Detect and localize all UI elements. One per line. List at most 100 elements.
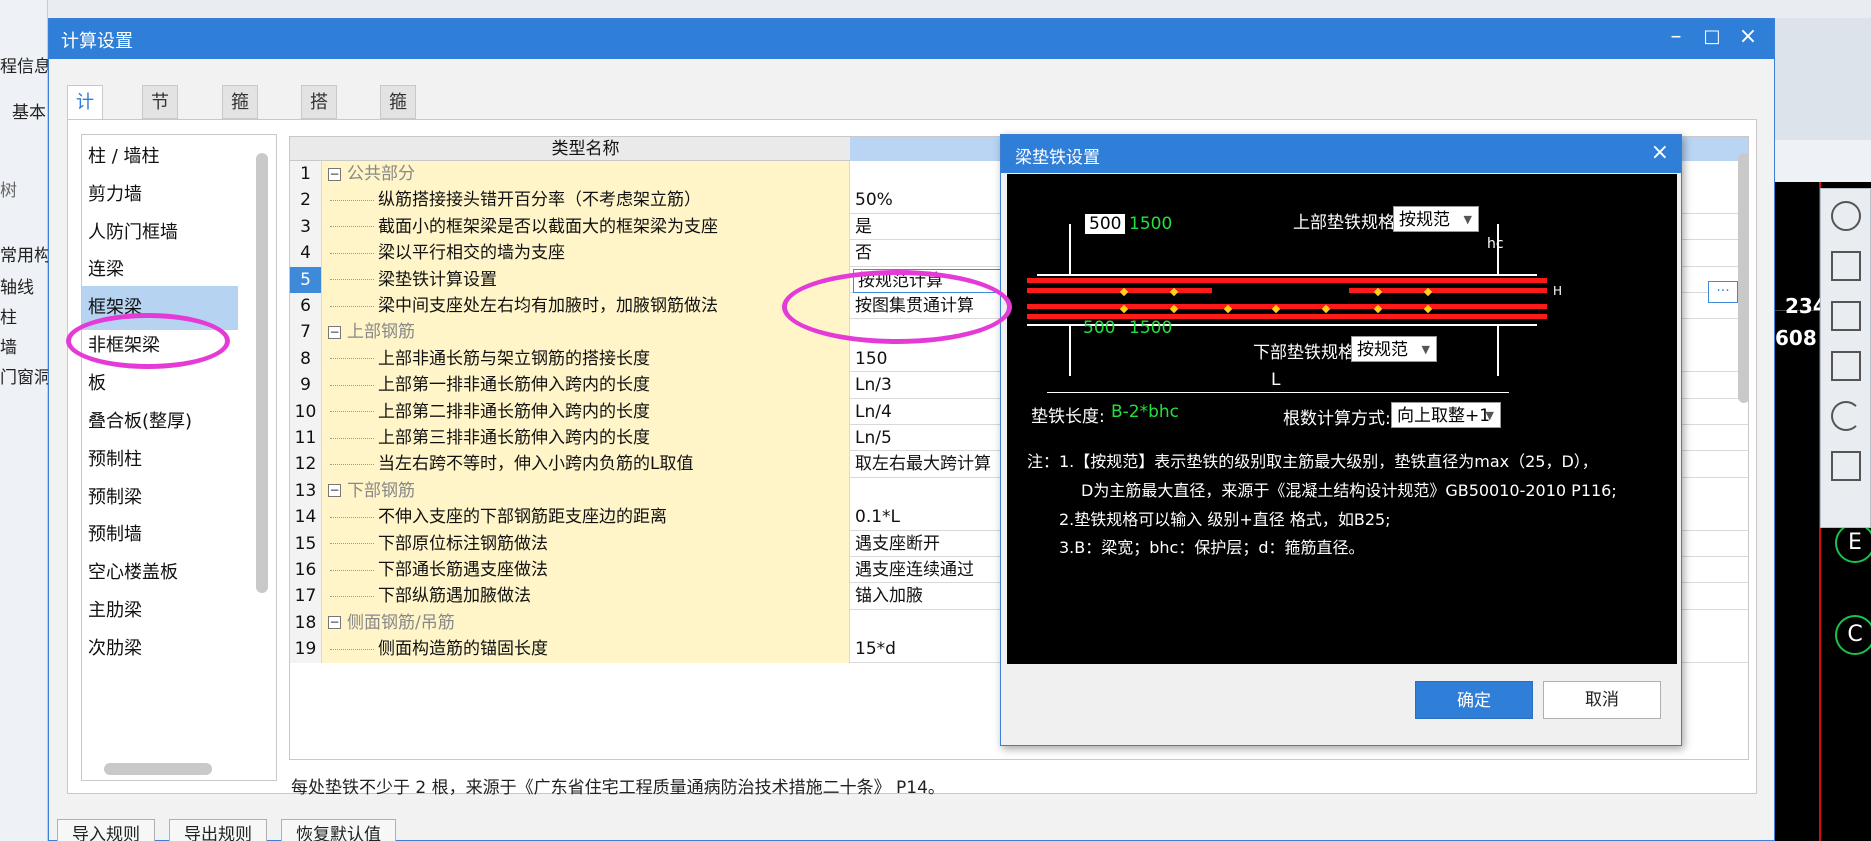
tree-indent-line bbox=[330, 358, 374, 360]
note-line-1: 注：1.【按规范】表示垫铁的级别取主筋最大级别，垫铁直径为max（25，D）， bbox=[1027, 452, 1598, 471]
tab-stirrup-formula[interactable]: 箍筋公式 bbox=[380, 85, 416, 215]
row-name: 纵筋搭接接头错开百分率（不考虑架立筋） bbox=[378, 190, 701, 211]
chevron-down-icon: ▼ bbox=[1463, 213, 1472, 226]
ellipsis-button[interactable]: ··· bbox=[1708, 281, 1738, 303]
row-name-cell: 下部纵筋遇加腋做法 bbox=[322, 583, 850, 610]
dim-500-top: 500 bbox=[1085, 214, 1126, 234]
hc-label: hc bbox=[1487, 236, 1504, 252]
app-left-panel: 程信息 基本 树 常用构件 轴线 柱 墙 门窗洞 bbox=[0, 0, 68, 841]
row-name-cell: 下部原位标注钢筋做法 bbox=[322, 530, 850, 557]
axis-bubble: E bbox=[1835, 523, 1871, 563]
chevron-down-icon: ▼ bbox=[1485, 409, 1494, 422]
support-right-bottom bbox=[1497, 326, 1499, 376]
row-name-cell: 梁以平行相交的墙为支座 bbox=[322, 240, 850, 267]
row-name: 下部通长筋遇支座做法 bbox=[378, 560, 548, 580]
rotate-icon[interactable] bbox=[1831, 401, 1861, 431]
row-number: 2 bbox=[290, 187, 322, 214]
row-number: 1 bbox=[290, 161, 322, 188]
row-name: 下部纵筋遇加腋做法 bbox=[378, 586, 531, 607]
top-pad-spec-dropdown[interactable]: 按规范 ▼ bbox=[1393, 206, 1479, 232]
row-name-cell: 当左右跨不等时，伸入小跨内负筋的L取值 bbox=[322, 451, 850, 478]
tab-lap-settings[interactable]: 搭接设置 bbox=[301, 85, 337, 215]
row-number: 10 bbox=[290, 398, 322, 425]
maximize-button[interactable]: □ bbox=[1697, 26, 1727, 47]
grid-view-icon[interactable] bbox=[1831, 451, 1861, 481]
row-name-cell: − 上部钢筋 bbox=[322, 319, 850, 346]
row-name-cell: 不伸入支座的下部钢筋距支座边的距离 bbox=[322, 504, 850, 531]
row-name-cell: 纵筋搭接接头错开百分率（不考虑架立筋） bbox=[322, 187, 850, 214]
row-name: 下部原位标注钢筋做法 bbox=[378, 533, 548, 554]
bottom-pad-spec-value: 按规范 bbox=[1357, 340, 1408, 360]
row-name: 上部钢筋 bbox=[347, 322, 415, 343]
cancel-button[interactable]: 取消 bbox=[1543, 681, 1661, 719]
bottom-pad-spec-label: 下部垫铁规格 bbox=[1253, 343, 1355, 363]
list-vscrollbar[interactable] bbox=[256, 153, 268, 593]
top-pad-spec-value: 按规范 bbox=[1399, 210, 1450, 230]
row-name: 上部非通长筋与架立钢筋的搭接长度 bbox=[378, 348, 650, 369]
row-name: 当左右跨不等时，伸入小跨内负筋的L取值 bbox=[378, 454, 694, 475]
support-left-top bbox=[1069, 224, 1071, 274]
minimize-button[interactable]: – bbox=[1661, 24, 1691, 49]
tree-indent-line bbox=[330, 199, 374, 201]
axis-bubble: C bbox=[1835, 615, 1871, 655]
box-view-icon[interactable] bbox=[1831, 351, 1861, 381]
orbit-icon[interactable] bbox=[1831, 201, 1861, 231]
view-toolbar[interactable] bbox=[1820, 188, 1871, 528]
count-method-dropdown[interactable]: 向上取整+1 ▼ bbox=[1391, 402, 1501, 428]
note-line-2: D为主筋最大直径，来源于《混凝土结构设计规范》GB50010-2010 P116… bbox=[1081, 481, 1617, 500]
rebar-bottom-1 bbox=[1027, 304, 1547, 309]
dialog-title: 计算设置 bbox=[61, 31, 133, 52]
export-rules-button[interactable]: 导出规则 bbox=[169, 819, 267, 841]
bottom-pad-spec-dropdown[interactable]: 按规范 ▼ bbox=[1351, 336, 1437, 362]
row-name: 侧面构造筋的锚固长度 bbox=[378, 639, 548, 660]
coord-label: 608 bbox=[1775, 326, 1817, 350]
row-name: 下部钢筋 bbox=[347, 480, 415, 501]
list-hscrollbar[interactable] bbox=[104, 763, 212, 775]
tree-indent-line bbox=[330, 411, 374, 413]
3d-view-icon[interactable] bbox=[1831, 251, 1861, 281]
collapse-toggle-icon[interactable]: − bbox=[328, 484, 341, 498]
app-toolbar-strip bbox=[48, 0, 1871, 18]
dim-1500-bottom: 1500 bbox=[1129, 318, 1173, 338]
pad-length-label: 垫铁长度: bbox=[1031, 407, 1105, 427]
row-name: 截面小的框架梁是否以截面大的框架梁为支座 bbox=[378, 216, 718, 237]
note-line-3: 2.垫铁规格可以输入 级别+直径 格式，如B25; bbox=[1059, 510, 1391, 529]
beam-top-line bbox=[1037, 274, 1537, 276]
collapse-toggle-icon[interactable]: − bbox=[328, 616, 341, 630]
tree-indent-line bbox=[330, 516, 374, 518]
import-rules-button[interactable]: 导入规则 bbox=[57, 819, 155, 841]
cube-view-icon[interactable] bbox=[1831, 301, 1861, 331]
grid-vscrollbar[interactable] bbox=[1738, 153, 1748, 403]
tree-indent-line bbox=[330, 437, 374, 439]
tree-indent-line bbox=[330, 305, 374, 307]
row-name: 侧面钢筋/吊筋 bbox=[347, 612, 455, 633]
sub-dialog-titlebar: 梁垫铁设置 × bbox=[1001, 135, 1681, 173]
restore-defaults-button[interactable]: 恢复默认值 bbox=[281, 819, 396, 841]
ok-button[interactable]: 确定 bbox=[1415, 681, 1533, 719]
tab-node-settings[interactable]: 节点设置 bbox=[142, 85, 178, 215]
collapse-toggle-icon[interactable]: − bbox=[328, 325, 341, 339]
dim-500-bottom: 500 bbox=[1083, 318, 1116, 338]
tab-calc-rules[interactable]: 计算规则 bbox=[67, 85, 103, 215]
row-number: 4 bbox=[290, 240, 322, 267]
tree-indent-line bbox=[330, 384, 374, 386]
close-button[interactable]: × bbox=[1733, 24, 1763, 49]
dim-1500-top: 1500 bbox=[1129, 214, 1173, 234]
highlight-ellipse-value bbox=[782, 270, 1012, 344]
sub-close-button[interactable]: × bbox=[1651, 140, 1669, 165]
screen: 程信息 基本 树 常用构件 轴线 柱 墙 门窗洞 234 608 G E C 计… bbox=[0, 0, 1871, 841]
collapse-toggle-icon[interactable]: − bbox=[328, 167, 341, 181]
bg-label: 墙 bbox=[0, 338, 17, 358]
row-number: 7 bbox=[290, 319, 322, 346]
bg-label: 树 bbox=[0, 181, 17, 201]
list-item[interactable]: 次肋梁 bbox=[82, 627, 238, 671]
chevron-down-icon: ▼ bbox=[1421, 343, 1430, 356]
highlight-ellipse-left bbox=[66, 313, 230, 369]
rebar-top-1 bbox=[1027, 278, 1547, 283]
tree-indent-line bbox=[330, 595, 374, 597]
row-number: 8 bbox=[290, 345, 322, 373]
tab-stirrup-settings[interactable]: 箍筋设置 bbox=[222, 85, 258, 215]
bg-label: 基本 bbox=[12, 103, 46, 123]
row-name: 公共部分 bbox=[347, 164, 415, 184]
row-number: 6 bbox=[290, 293, 322, 320]
